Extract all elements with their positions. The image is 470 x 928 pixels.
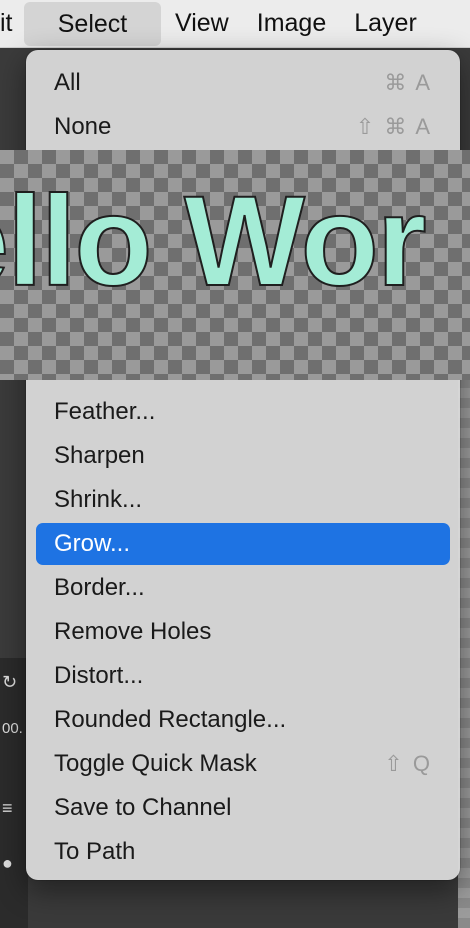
menu-item-label: Remove Holes bbox=[54, 618, 212, 645]
canvas-preview-overlay: ello Wor bbox=[0, 150, 470, 380]
menu-item-label: Border... bbox=[54, 574, 145, 601]
menu-item-rounded-rectangle[interactable]: Rounded Rectangle... bbox=[36, 699, 450, 741]
menu-item-distort[interactable]: Distort... bbox=[36, 655, 450, 697]
menu-item-label: Feather... bbox=[54, 398, 156, 425]
menu-item-border[interactable]: Border... bbox=[36, 567, 450, 609]
shortcut-label: ⇧ Q bbox=[384, 751, 432, 776]
tool-icon[interactable]: ≡ bbox=[2, 798, 24, 820]
menu-item-label: Grow... bbox=[54, 530, 131, 557]
menu-layer[interactable]: Layer bbox=[340, 0, 431, 47]
menu-item-label: Distort... bbox=[54, 662, 144, 689]
menu-item-label: Shrink... bbox=[54, 486, 143, 513]
shortcut-label: ⌘ A bbox=[384, 70, 432, 95]
menu-item-label: None bbox=[54, 113, 112, 140]
menu-select[interactable]: Select bbox=[24, 2, 161, 46]
canvas-text: ello Wor bbox=[0, 169, 428, 314]
menu-item-label: All bbox=[54, 69, 81, 96]
zoom-readout: 00. bbox=[2, 720, 23, 737]
menu-item-label: Toggle Quick Mask bbox=[54, 750, 257, 777]
menu-item-label: Save to Channel bbox=[54, 794, 232, 821]
menu-item-label: Rounded Rectangle... bbox=[54, 706, 287, 733]
menu-item-toggle-quick-mask[interactable]: Toggle Quick Mask ⇧ Q bbox=[36, 743, 450, 785]
menu-item-label: Sharpen bbox=[54, 442, 145, 469]
menu-edit[interactable]: it bbox=[0, 0, 24, 47]
menu-view[interactable]: View bbox=[161, 0, 243, 47]
menu-item-feather[interactable]: Feather... bbox=[36, 391, 450, 433]
menu-item-label: To Path bbox=[54, 838, 136, 865]
menu-image[interactable]: Image bbox=[243, 0, 340, 47]
menu-item-remove-holes[interactable]: Remove Holes bbox=[36, 611, 450, 653]
menubar: it Select View Image Layer bbox=[0, 0, 470, 48]
menu-item-to-path[interactable]: To Path bbox=[36, 831, 450, 873]
menu-item-grow[interactable]: Grow... bbox=[36, 523, 450, 565]
rotate-icon[interactable]: ↻ bbox=[2, 672, 24, 694]
menu-item-none[interactable]: None ⇧ ⌘ A bbox=[36, 106, 450, 148]
menu-item-all[interactable]: All ⌘ A bbox=[36, 62, 450, 104]
menu-item-sharpen[interactable]: Sharpen bbox=[36, 435, 450, 477]
tool-icon[interactable]: ● bbox=[2, 853, 24, 875]
menu-item-shrink[interactable]: Shrink... bbox=[36, 479, 450, 521]
menu-item-save-to-channel[interactable]: Save to Channel bbox=[36, 787, 450, 829]
shortcut-label: ⇧ ⌘ A bbox=[355, 114, 432, 139]
